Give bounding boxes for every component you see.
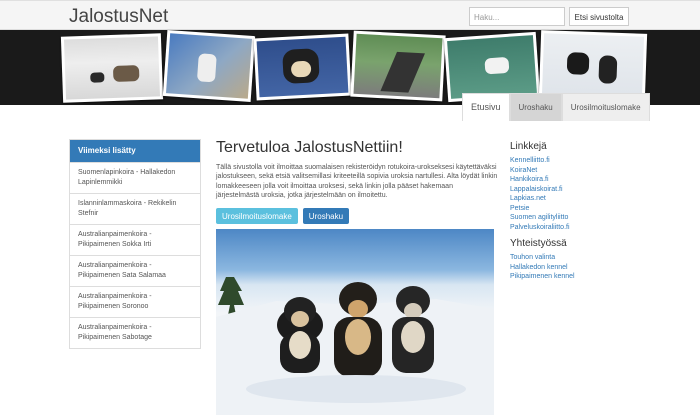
link-item[interactable]: Lapkias.net [510, 194, 630, 204]
sidebar-item[interactable]: Suomenlapinkoira - Hallakedon Lapinlemmi… [70, 162, 200, 193]
action-buttons: Urosilmoituslomake Uroshaku [216, 207, 496, 224]
tab-urosilmoituslomake[interactable]: Urosilmoituslomake [561, 93, 650, 121]
links-heading: Linkkejä [510, 141, 547, 152]
main-tabs: Etusivu Uroshaku Urosilmoituslomake [462, 93, 650, 121]
site-brand[interactable]: JalostusNet [69, 6, 168, 28]
banner-photo-6 [538, 30, 648, 102]
link-item[interactable]: Hankikoira.fi [510, 175, 630, 185]
sidebar-item[interactable]: Islanninlammaskoira - Rekikelin Stefnir [70, 193, 200, 224]
partners-heading: Yhteistyössä [510, 238, 567, 249]
main-content: Tervetuloa JalostusNettiin! Tällä sivust… [216, 139, 498, 224]
search-dogs-button[interactable]: Uroshaku [302, 207, 350, 224]
link-item[interactable]: Lappalaiskoirat.fi [510, 185, 630, 195]
partner-link[interactable]: Pikipaimenen kennel [510, 272, 630, 282]
sidebar-item[interactable]: Australianpaimenkoira - Pikipaimenen Sab… [70, 317, 200, 348]
link-item[interactable]: Kennelliitto.fi [510, 156, 630, 166]
link-item[interactable]: Suomen agilityliitto [510, 213, 630, 223]
banner-photo-3 [253, 33, 352, 101]
link-item[interactable]: Petsie [510, 204, 630, 214]
form-button[interactable]: Urosilmoituslomake [216, 207, 298, 224]
sidebar-heading: Viimeksi lisätty [70, 140, 200, 162]
links-column: Linkkejä Kennelliitto.fi KoiraNet Hankik… [510, 141, 630, 282]
search-input[interactable]: Haku... [469, 7, 565, 26]
banner-photo-4 [350, 30, 446, 102]
dogs-in-snow-illustration [216, 277, 494, 415]
recent-sidebar: Viimeksi lisätty Suomenlapinkoira - Hall… [69, 139, 201, 349]
link-item[interactable]: Palveluskoiraliitto.fi [510, 223, 630, 233]
partner-link[interactable]: Touhon valinta [510, 253, 630, 263]
search-button[interactable]: Etsi sivustolta [569, 7, 629, 26]
tab-uroshaku[interactable]: Uroshaku [509, 93, 562, 121]
banner-photo-1 [60, 33, 164, 103]
intro-text: Tällä sivustolla voit ilmoittaa suomalai… [216, 164, 498, 200]
sidebar-item[interactable]: Australianpaimenkoira - Pikipaimenen Sat… [70, 255, 200, 286]
banner-photo-5 [443, 31, 541, 103]
partner-link[interactable]: Hallakedon kennel [510, 263, 630, 273]
sidebar-item[interactable]: Australianpaimenkoira - Pikipaimenen Sok… [70, 224, 200, 255]
sidebar-item[interactable]: Australianpaimenkoira - Pikipaimenen Sor… [70, 286, 200, 317]
tab-etusivu[interactable]: Etusivu [462, 93, 510, 121]
top-navbar: JalostusNet Haku... Etsi sivustolta [0, 0, 700, 30]
page-title: Tervetuloa JalostusNettiin! [216, 139, 403, 156]
hero-image [216, 229, 494, 415]
banner-photo-2 [162, 30, 256, 102]
link-item[interactable]: KoiraNet [510, 166, 630, 176]
